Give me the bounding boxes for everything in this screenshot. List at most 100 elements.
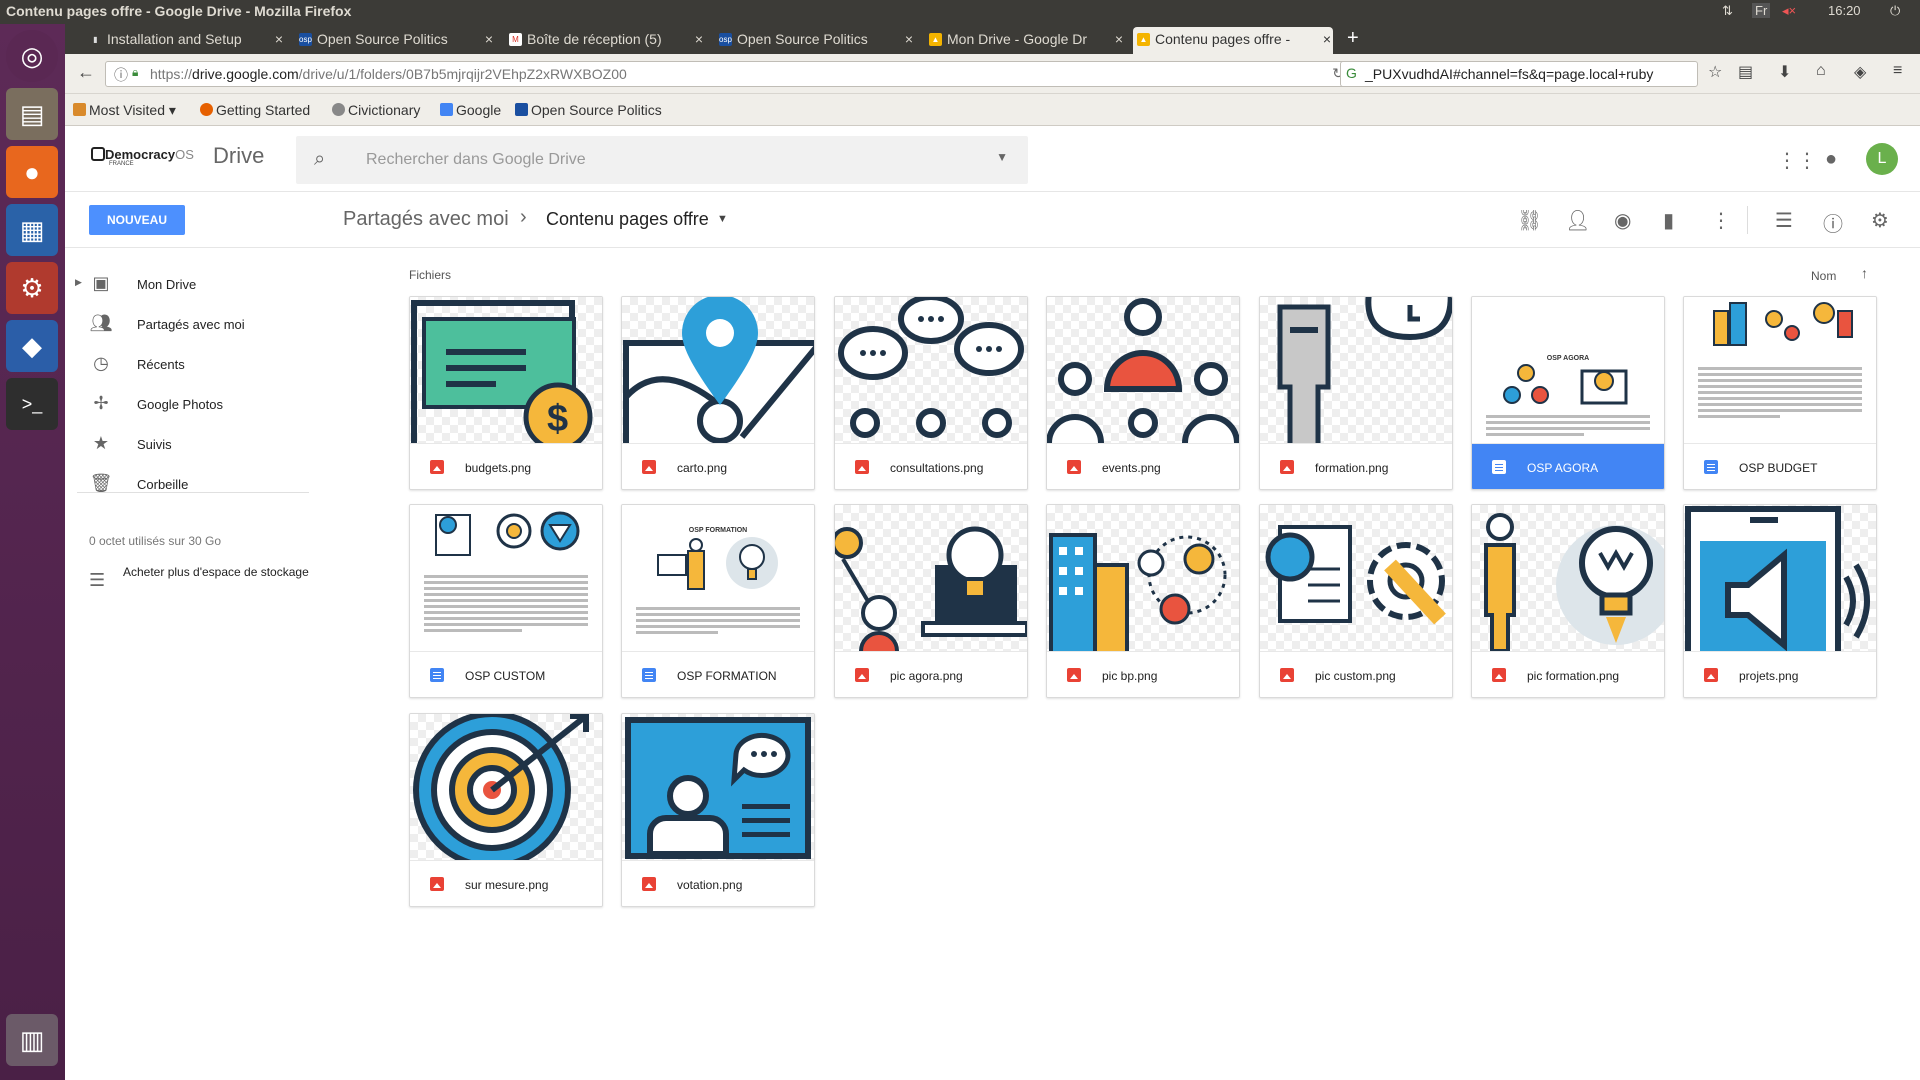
file-card[interactable]: pic custom.png [1259, 504, 1453, 698]
sidebar-item-recents[interactable]: ◷ Récents [65, 346, 345, 382]
search-input[interactable] [366, 148, 966, 172]
url-path: /drive/u/1/folders/0B7b5mjrqijr2VEhpZ2xR… [298, 66, 627, 82]
sidebar-item-google-photos[interactable]: ✢ Google Photos [65, 386, 345, 422]
bookmark-most-visited[interactable]: Most Visited ▾ [73, 102, 176, 119]
close-tab-icon[interactable]: × [695, 31, 703, 47]
file-card[interactable]: events.png [1046, 296, 1240, 490]
bookmark-osp[interactable]: Open Source Politics [515, 102, 662, 118]
sidebar-item-label: Suivis [137, 437, 172, 452]
ubuntu-logo-icon[interactable]: ◎ [6, 30, 58, 82]
doc-file-icon [642, 668, 656, 682]
close-tab-icon[interactable]: × [1323, 31, 1331, 47]
trash-launcher-icon[interactable]: ▥ [6, 1014, 58, 1066]
sidebar-item-corbeille[interactable]: 🗑︎ Corbeille [65, 466, 345, 502]
buy-storage-link[interactable]: ☰ Acheter plus d'espace de stockage [89, 566, 319, 596]
new-button[interactable]: NOUVEAU [89, 205, 185, 235]
address-bar[interactable]: ⓘ 🔒︎ https://drive.google.com/drive/u/1/… [105, 61, 1355, 87]
bookmark-civictionary[interactable]: Civictionary [332, 102, 420, 118]
file-card[interactable]: sur mesure.png [409, 713, 603, 907]
tab-label: Contenu pages offre - [1155, 31, 1291, 47]
info-icon[interactable]: ⓘ [114, 65, 128, 85]
breadcrumb-current[interactable]: Contenu pages offre [546, 209, 709, 230]
file-card[interactable]: OSP FORMATION OSP FORMATION [621, 504, 815, 698]
close-tab-icon[interactable]: × [1115, 31, 1123, 47]
preview-eye-icon[interactable]: ◉ [1614, 208, 1631, 233]
lightbulb-rocket-icon [1472, 505, 1664, 651]
file-card-selected[interactable]: OSP AGORA OSP AGORA [1471, 296, 1665, 490]
sidebar-item-partages[interactable]: 👥︎ Partagés avec moi [65, 306, 345, 342]
photos-icon: ✢ [93, 393, 109, 413]
file-card[interactable]: pic agora.png [834, 504, 1028, 698]
home-icon[interactable]: ⌂ [1816, 62, 1826, 80]
bookmark-google[interactable]: Google [440, 102, 501, 118]
file-card[interactable]: carto.png [621, 296, 815, 490]
terminal-icon[interactable]: >_ [6, 378, 58, 430]
bookmark-star-icon[interactable]: ☆ [1708, 62, 1722, 82]
agora-lightbulb-icon [835, 505, 1027, 651]
sort-direction-icon[interactable]: ↑ [1861, 265, 1868, 281]
star-icon: ★ [92, 433, 110, 453]
file-card[interactable]: $ budgets.png [409, 296, 603, 490]
network-icon[interactable]: ⇅ [1722, 3, 1733, 19]
pocket-icon[interactable]: ◈ [1854, 62, 1866, 82]
list-view-icon[interactable]: ☰ [1775, 208, 1793, 233]
tab-gmail[interactable]: M Boîte de réception (5) × [505, 27, 705, 54]
settings-gear-icon[interactable]: ⚙ [1871, 208, 1889, 233]
notifications-icon[interactable]: ● [1825, 148, 1837, 171]
file-card[interactable]: OSP BUDGET [1683, 296, 1877, 490]
image-file-icon [1067, 460, 1081, 474]
folder-dropdown-icon[interactable]: ▼ [717, 213, 728, 225]
back-button[interactable]: ← [77, 62, 95, 83]
tab-label: Mon Drive - Google Dr [947, 31, 1088, 47]
file-card[interactable]: OSP CUSTOM [409, 504, 603, 698]
add-person-icon[interactable]: 👤︎ [1565, 208, 1590, 233]
sidebar-item-suivis[interactable]: ★ Suivis [65, 426, 345, 462]
tab-mon-drive[interactable]: ▲ Mon Drive - Google Dr × [925, 27, 1125, 54]
image-file-icon [642, 877, 656, 891]
tab-installation[interactable]: ▮ Installation and Setup × [85, 27, 285, 54]
close-tab-icon[interactable]: × [905, 31, 913, 47]
link-icon[interactable]: ⛓ [1517, 208, 1542, 233]
close-tab-icon[interactable]: × [485, 31, 493, 47]
file-card[interactable]: consultations.png [834, 296, 1028, 490]
apps-grid-icon[interactable]: ⋮⋮ [1777, 148, 1817, 173]
writer-icon[interactable]: ▦ [6, 204, 58, 256]
download-icon[interactable]: ⬇ [1778, 62, 1791, 82]
bookmark-getting-started[interactable]: Getting Started [200, 102, 310, 118]
file-card[interactable]: formation.png [1259, 296, 1453, 490]
tab-osp-1[interactable]: osp Open Source Politics × [295, 27, 495, 54]
reading-list-icon[interactable]: ▤ [1738, 62, 1753, 82]
search-options-dropdown-icon[interactable]: ▼ [996, 150, 1008, 164]
file-card[interactable]: pic bp.png [1046, 504, 1240, 698]
democracyos-logo[interactable]: DemocracyOS FRANCE [91, 147, 194, 167]
clock[interactable]: 16:20 [1828, 3, 1861, 18]
search-bar[interactable]: G _PUXvudhdAI#channel=fs&q=page.local+ru… [1340, 61, 1698, 87]
files-icon[interactable]: ▤ [6, 88, 58, 140]
expand-arrow-icon[interactable]: ▶ [75, 277, 82, 288]
details-info-icon[interactable]: ⓘ [1823, 208, 1843, 237]
delete-icon[interactable]: ▮ [1663, 208, 1674, 233]
breadcrumb-parent[interactable]: Partagés avec moi [343, 208, 509, 231]
avatar[interactable]: L [1866, 143, 1898, 175]
firefox-icon[interactable]: ● [6, 146, 58, 198]
power-icon[interactable]: ⏻ [1890, 3, 1900, 19]
file-card[interactable]: projets.png [1683, 504, 1877, 698]
new-tab-button[interactable]: + [1347, 27, 1359, 50]
target-icon [410, 714, 602, 860]
volume-icon[interactable]: ◂× [1782, 3, 1796, 19]
menu-icon[interactable]: ≡ [1893, 62, 1902, 80]
tab-osp-2[interactable]: osp Open Source Politics × [715, 27, 915, 54]
storage-icon: ☰ [89, 570, 106, 590]
keyboard-layout[interactable]: Fr [1752, 3, 1771, 18]
settings-icon[interactable]: ⚙ [6, 262, 58, 314]
search-icon[interactable]: ⌕ [314, 148, 325, 171]
sort-label[interactable]: Nom [1811, 269, 1836, 283]
sidebar-item-mon-drive[interactable]: ▶ ▣ Mon Drive [65, 266, 345, 302]
file-card[interactable]: votation.png [621, 713, 815, 907]
tab-contenu-pages-offre[interactable]: ▲ Contenu pages offre - × [1133, 27, 1333, 54]
gimp-icon[interactable]: ◆ [6, 320, 58, 372]
more-actions-icon[interactable]: ⋮ [1711, 208, 1731, 233]
file-name: formation.png [1315, 461, 1389, 475]
close-tab-icon[interactable]: × [275, 31, 283, 47]
file-card[interactable]: pic formation.png [1471, 504, 1665, 698]
